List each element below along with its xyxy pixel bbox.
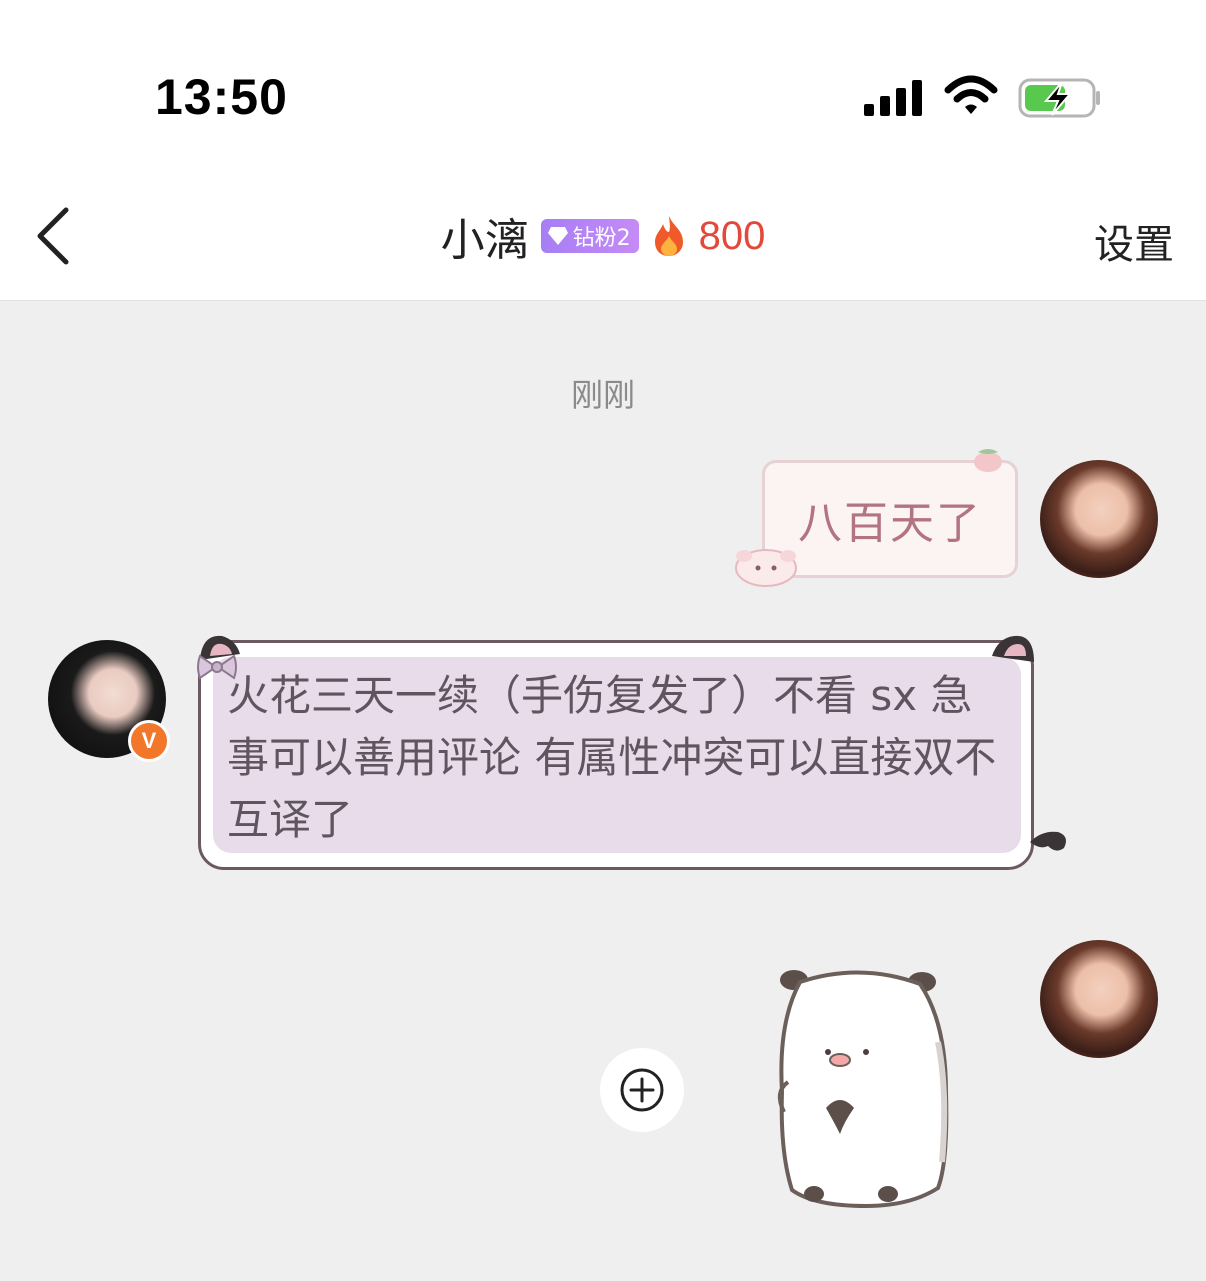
white-bear-sticker[interactable] [770,962,960,1212]
cat-ear-decoration-icon [992,635,1034,662]
message-text: 八百天了 [798,498,982,549]
settings-button[interactable]: 设置 [1094,212,1174,270]
bow-decoration-icon [197,654,237,680]
avatar-photo [1040,940,1158,1058]
wifi-icon [944,75,998,114]
flame-icon [654,216,683,256]
my-avatar[interactable] [1040,460,1158,578]
status-time: 13:50 [155,69,288,125]
streak-count: 800 [698,213,766,258]
avatar-photo [1040,460,1158,578]
plus-circle-icon [620,1068,664,1112]
chat-title: 小漓 钻粉2 800 [0,208,1206,267]
message-timestamp: 刚刚 [570,376,635,414]
verified-badge: V [128,720,170,762]
strawberry-decoration-icon [974,449,1002,472]
chat-header: 小漓 钻粉2 800 设置 [0,170,1206,301]
fan-badge-label: 钻粉2 [572,226,631,251]
sheep-decoration-icon [735,549,797,587]
battery-charging-icon [1018,78,1100,118]
message-text: 火花三天一续（手伤复发了）不看 sx 急事可以善用评论 有属性冲突可以直接双不互… [227,671,997,844]
bubble-inner: 火花三天一续（手伤复发了）不看 sx 急事可以善用评论 有属性冲突可以直接双不互… [213,657,1021,853]
add-sticker-button[interactable] [600,1048,684,1132]
message-bubble-received[interactable]: 火花三天一续（手伤复发了）不看 sx 急事可以善用评论 有属性冲突可以直接双不互… [198,640,1034,870]
status-bar: 13:50 [0,0,1206,170]
cat-tail-decoration-icon [1030,831,1066,851]
diamond-icon [547,227,568,245]
fan-level-badge[interactable]: 钻粉2 [540,219,639,253]
my-avatar[interactable] [1040,940,1158,1058]
cellular-signal-icon [864,80,922,116]
contact-name[interactable]: 小漓 [441,204,529,268]
